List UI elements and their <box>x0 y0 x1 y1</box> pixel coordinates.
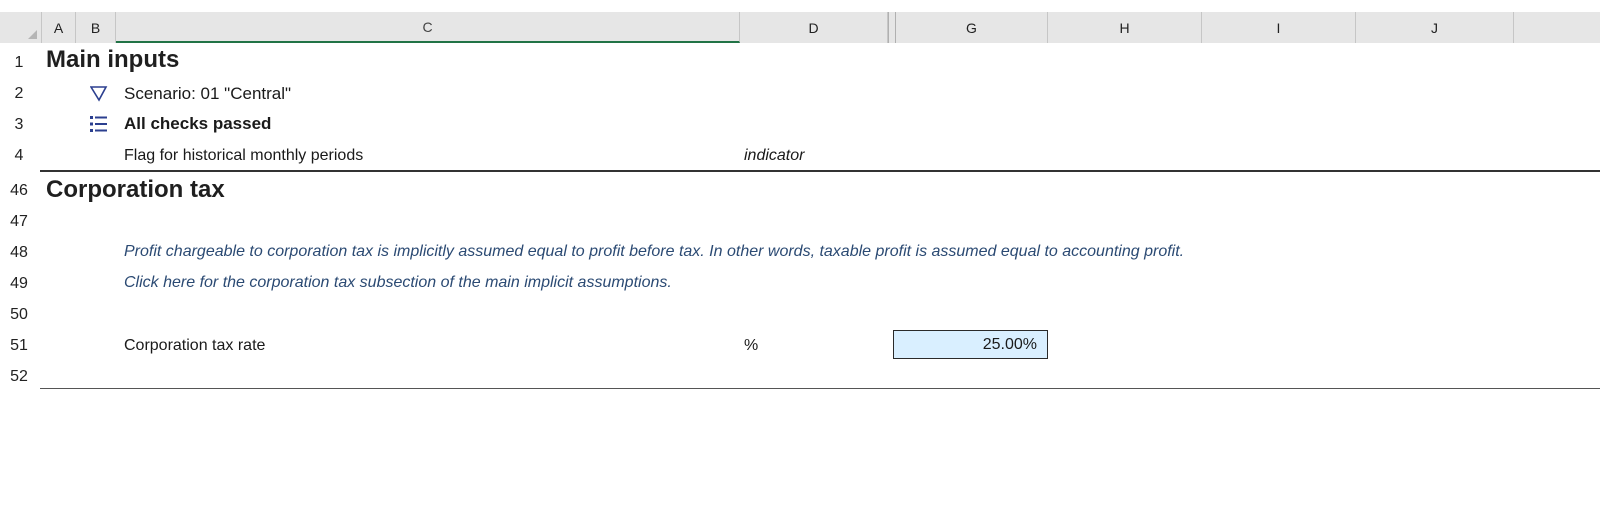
column-header-d[interactable]: D <box>740 12 888 43</box>
column-header-g[interactable]: G <box>896 12 1048 43</box>
row-header-49[interactable]: 49 <box>0 268 38 299</box>
hidden-columns-marker[interactable] <box>888 12 896 43</box>
column-header-j[interactable]: J <box>1356 12 1514 43</box>
row-header-47[interactable]: 47 <box>0 206 38 237</box>
tax-note-link[interactable]: Click here for the corporation tax subse… <box>124 274 672 292</box>
row-header-51[interactable]: 51 <box>0 330 38 361</box>
flag-label: Flag for historical monthly periods <box>124 147 364 164</box>
tax-rate-unit: % <box>744 337 759 354</box>
scenario-label[interactable]: Scenario: 01 "Central" <box>124 84 291 104</box>
column-header-h[interactable]: H <box>1048 12 1202 43</box>
flag-unit: indicator <box>744 147 805 164</box>
list-icon[interactable] <box>89 114 109 134</box>
tax-rate-input-cell[interactable]: 25.00% <box>893 330 1048 359</box>
row-header-52[interactable]: 52 <box>0 361 38 392</box>
row-header-48[interactable]: 48 <box>0 237 38 268</box>
select-all-triangle-icon <box>28 30 37 39</box>
row-header-50[interactable]: 50 <box>0 299 38 330</box>
section-title-corporation-tax: Corporation tax <box>46 176 225 203</box>
column-header-bar: A B C D G H I J <box>0 12 1600 43</box>
row-header-3[interactable]: 3 <box>0 109 38 140</box>
tax-note-line-1: Profit chargeable to corporation tax is … <box>124 243 1185 260</box>
column-header-c[interactable]: C <box>116 12 740 43</box>
select-all-corner[interactable] <box>0 12 42 43</box>
row-header-1[interactable]: 1 <box>0 47 38 78</box>
section-divider <box>40 170 1600 172</box>
section-end-divider <box>40 388 1600 389</box>
checks-status[interactable]: All checks passed <box>124 114 271 134</box>
section-title-main-inputs: Main inputs <box>46 46 180 73</box>
column-header-i[interactable]: I <box>1202 12 1356 43</box>
column-header-b[interactable]: B <box>76 12 116 43</box>
row-header-2[interactable]: 2 <box>0 78 38 109</box>
row-header-46[interactable]: 46 <box>0 175 38 206</box>
column-header-next[interactable] <box>1514 12 1600 43</box>
row-header-4[interactable]: 4 <box>0 140 38 171</box>
column-header-a[interactable]: A <box>42 12 76 43</box>
tax-rate-label: Corporation tax rate <box>124 337 266 354</box>
filter-check-icon[interactable] <box>89 84 108 102</box>
